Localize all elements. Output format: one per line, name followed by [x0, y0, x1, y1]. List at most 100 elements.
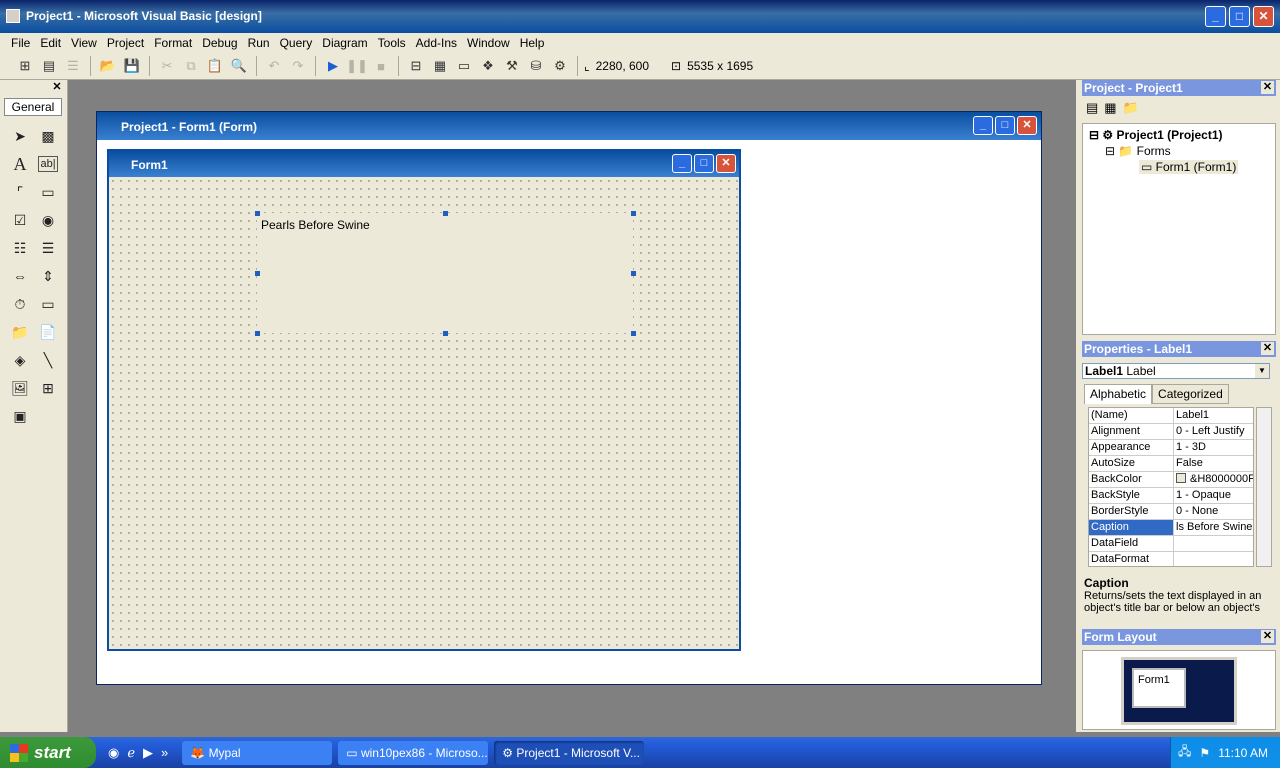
- designer-minimize-button[interactable]: _: [973, 116, 993, 135]
- menu-edit[interactable]: Edit: [35, 36, 66, 50]
- chevron-down-icon[interactable]: ▼: [1255, 364, 1269, 378]
- form1-maximize-button[interactable]: □: [694, 154, 714, 173]
- vb-app-icon[interactable]: [6, 9, 20, 23]
- menu-view[interactable]: View: [66, 36, 102, 50]
- designer-close-button[interactable]: ✕: [1017, 116, 1037, 135]
- drivelistbox-tool-icon[interactable]: ▭: [34, 290, 62, 318]
- menu-project[interactable]: Project: [102, 36, 149, 50]
- redo-icon[interactable]: ↷: [287, 55, 309, 77]
- cut-icon[interactable]: ✂: [156, 55, 178, 77]
- resize-handle[interactable]: [255, 211, 260, 216]
- properties-scrollbar[interactable]: [1256, 407, 1272, 567]
- ole-tool-icon[interactable]: ▣: [6, 402, 34, 430]
- textbox-tool-icon[interactable]: ab|: [38, 156, 58, 172]
- combobox-tool-icon[interactable]: ☷: [6, 234, 34, 262]
- internet-explorer-icon[interactable]: ℯ: [127, 745, 135, 761]
- tab-categorized[interactable]: Categorized: [1152, 384, 1229, 404]
- menu-diagram[interactable]: Diagram: [317, 36, 372, 50]
- close-button[interactable]: ✕: [1253, 6, 1274, 27]
- end-icon[interactable]: ■: [370, 55, 392, 77]
- property-row[interactable]: BackStyle 1 - Opaque: [1089, 488, 1253, 504]
- toolbox-general-tab[interactable]: General: [4, 98, 62, 116]
- object-selector[interactable]: Label1 Label ▼: [1082, 363, 1270, 379]
- form1-close-button[interactable]: ✕: [716, 154, 736, 173]
- property-value[interactable]: [1174, 552, 1253, 566]
- add-form-icon[interactable]: ▤: [38, 55, 60, 77]
- menu-file[interactable]: File: [6, 36, 35, 50]
- hscrollbar-tool-icon[interactable]: ⇔: [6, 262, 34, 290]
- break-icon[interactable]: ❚❚: [346, 55, 368, 77]
- open-project-icon[interactable]: 📂: [97, 55, 119, 77]
- vscrollbar-tool-icon[interactable]: ⇕: [34, 262, 62, 290]
- menu-tools[interactable]: Tools: [373, 36, 411, 50]
- property-value[interactable]: 1 - Opaque: [1174, 488, 1253, 503]
- property-row[interactable]: DataField: [1089, 536, 1253, 552]
- resize-handle[interactable]: [631, 271, 636, 276]
- timer-tool-icon[interactable]: ⏱: [6, 290, 34, 318]
- form1-layout-preview[interactable]: Form1: [1132, 668, 1186, 708]
- shape-tool-icon[interactable]: ◈: [6, 346, 34, 374]
- start-button[interactable]: start: [0, 737, 96, 768]
- form-layout-icon[interactable]: ▭: [453, 55, 475, 77]
- property-value[interactable]: [1174, 536, 1253, 551]
- menu-run[interactable]: Run: [243, 36, 275, 50]
- menu-query[interactable]: Query: [275, 36, 318, 50]
- pointer-tool-icon[interactable]: ➤: [6, 122, 34, 150]
- property-value[interactable]: 0 - Left Justify: [1174, 424, 1253, 439]
- object-browser-icon[interactable]: ❖: [477, 55, 499, 77]
- checkbox-tool-icon[interactable]: ☑: [6, 206, 34, 234]
- toggle-folders-icon[interactable]: 📁: [1123, 100, 1139, 116]
- property-row[interactable]: Alignment 0 - Left Justify: [1089, 424, 1253, 440]
- properties-window-icon[interactable]: ▦: [429, 55, 451, 77]
- resize-handle[interactable]: [255, 271, 260, 276]
- data-view-icon[interactable]: ⛁: [525, 55, 547, 77]
- property-value[interactable]: Label1: [1174, 408, 1253, 423]
- property-row[interactable]: (Name) Label1: [1089, 408, 1253, 424]
- resize-handle[interactable]: [443, 331, 448, 336]
- filelistbox-tool-icon[interactable]: 📄: [34, 318, 62, 346]
- property-row[interactable]: DataFormat: [1089, 552, 1253, 566]
- taskbar-item-win10pex86[interactable]: ▭ win10pex86 - Microso...: [338, 740, 489, 765]
- copy-icon[interactable]: ⧉: [180, 55, 202, 77]
- data-tool-icon[interactable]: ⊞: [34, 374, 62, 402]
- menu-add-ins[interactable]: Add-Ins: [411, 36, 462, 50]
- resize-handle[interactable]: [631, 331, 636, 336]
- form1-window[interactable]: Form1 _ □ ✕ Pearls Before Swine: [107, 149, 741, 651]
- label-tool-icon[interactable]: A: [6, 150, 34, 178]
- resize-handle[interactable]: [631, 211, 636, 216]
- resize-handle[interactable]: [255, 331, 260, 336]
- label1-control[interactable]: Pearls Before Swine: [257, 213, 633, 333]
- find-icon[interactable]: 🔍: [228, 55, 250, 77]
- undo-icon[interactable]: ↶: [263, 55, 285, 77]
- form-designer-title-bar[interactable]: Project1 - Form1 (Form) _ □ ✕: [97, 112, 1041, 140]
- taskbar-item-vb[interactable]: ⚙ Project1 - Microsoft V...: [494, 740, 645, 765]
- project-explorer-close-icon[interactable]: ✕: [1261, 81, 1274, 94]
- network-icon[interactable]: 🖧: [1178, 742, 1191, 763]
- line-tool-icon[interactable]: ╲: [34, 346, 62, 374]
- listbox-tool-icon[interactable]: ☰: [34, 234, 62, 262]
- form-layout-close-icon[interactable]: ✕: [1261, 630, 1274, 643]
- form1-design-surface[interactable]: Pearls Before Swine: [109, 177, 739, 649]
- toolbox-close-icon[interactable]: ✕: [51, 82, 63, 94]
- component-manager-icon[interactable]: ⚙: [549, 55, 571, 77]
- image-tool-icon[interactable]: 🖼: [6, 374, 34, 402]
- view-code-icon[interactable]: ▤: [1086, 100, 1098, 116]
- save-project-icon[interactable]: 💾: [121, 55, 143, 77]
- property-value[interactable]: &H8000000F: [1174, 472, 1253, 487]
- tree-form1-node[interactable]: ▭ Form1 (Form1): [1139, 160, 1239, 174]
- explorer-icon[interactable]: ◉: [108, 745, 119, 761]
- menu-format[interactable]: Format: [149, 36, 197, 50]
- view-object-icon[interactable]: ▦: [1104, 100, 1116, 116]
- picturebox-tool-icon[interactable]: ▩: [34, 122, 62, 150]
- frame-tool-icon[interactable]: ⌜: [6, 178, 34, 206]
- add-project-icon[interactable]: ⊞: [14, 55, 36, 77]
- quick-launch-more-icon[interactable]: »: [161, 745, 168, 761]
- resize-handle[interactable]: [443, 211, 448, 216]
- paste-icon[interactable]: 📋: [204, 55, 226, 77]
- tab-alphabetic[interactable]: Alphabetic: [1084, 384, 1153, 404]
- toolbox-icon[interactable]: ⚒: [501, 55, 523, 77]
- property-row[interactable]: BorderStyle 0 - None: [1089, 504, 1253, 520]
- caption-value-input[interactable]: ls Before Swine: [1174, 520, 1253, 535]
- form1-minimize-button[interactable]: _: [672, 154, 692, 173]
- maximize-button[interactable]: □: [1229, 6, 1250, 27]
